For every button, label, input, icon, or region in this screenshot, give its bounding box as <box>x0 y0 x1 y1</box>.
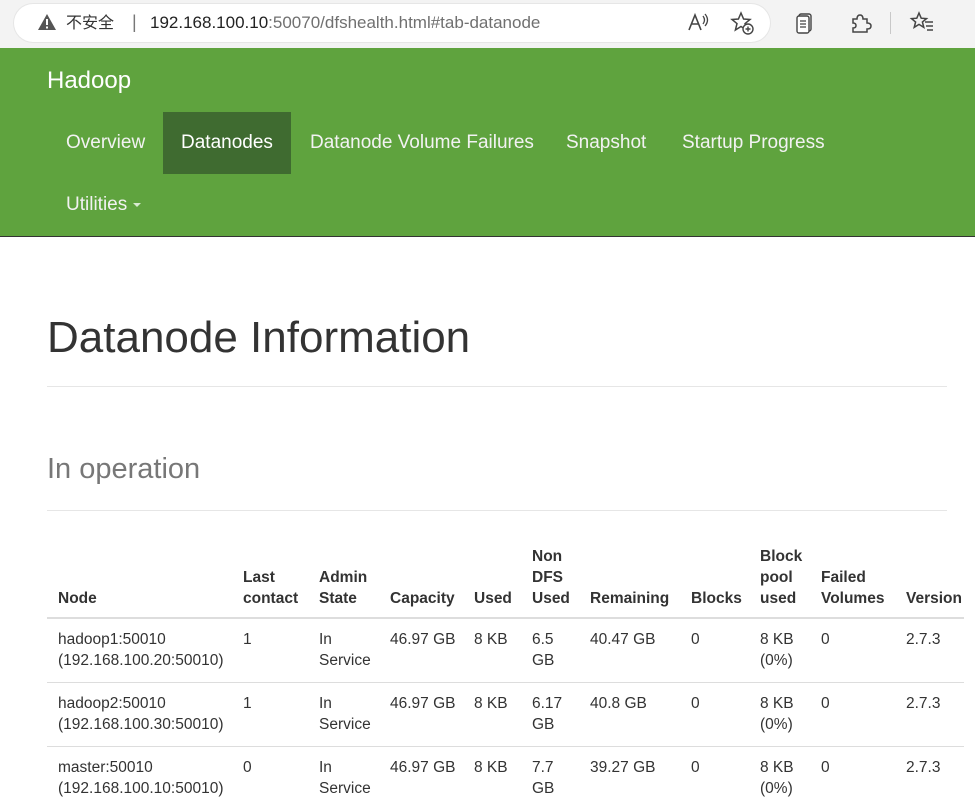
table-row: hadoop2:50010 (192.168.100.30:50010) 1 I… <box>47 681 964 746</box>
cell-used: 8 KB <box>463 745 521 810</box>
cell-version: 2.7.3 <box>895 745 964 810</box>
url-text[interactable]: 192.168.100.10:50070/dfshealth.html#tab-… <box>150 13 540 33</box>
cell-used: 8 KB <box>463 681 521 746</box>
col-non-dfs-used: Non DFS Used <box>521 544 579 619</box>
page-title: Datanode Information <box>47 313 471 362</box>
cell-node: hadoop2:50010 (192.168.100.30:50010) <box>47 681 232 746</box>
url-path: :50070/dfshealth.html#tab-datanode <box>268 13 541 32</box>
cell-block-pool-used: 8 KB (0%) <box>749 617 810 682</box>
nav-label: Utilities <box>66 194 128 215</box>
cell-node: hadoop1:50010 (192.168.100.20:50010) <box>47 617 232 682</box>
col-failed-volumes: Failed Volumes <box>810 544 895 619</box>
table-row: hadoop1:50010 (192.168.100.20:50010) 1 I… <box>47 617 964 682</box>
browser-toolbar: 不安全 | 192.168.100.10:50070/dfshealth.htm… <box>0 0 975 48</box>
navbar: Hadoop Overview Datanodes Datanode Volum… <box>0 48 975 237</box>
cell-last-contact: 1 <box>232 681 308 746</box>
divider <box>47 386 947 387</box>
nav-startup-progress[interactable]: Startup Progress <box>663 112 844 174</box>
nav-datanode-volume-failures[interactable]: Datanode Volume Failures <box>291 112 553 174</box>
col-last-contact: Last contact <box>232 544 308 619</box>
address-separator: | <box>132 12 137 32</box>
url-host: 192.168.100.10 <box>150 13 269 32</box>
nav-snapshot[interactable]: Snapshot <box>547 112 665 174</box>
extensions-icon[interactable] <box>848 10 874 36</box>
cell-capacity: 46.97 GB <box>379 617 463 682</box>
col-capacity: Capacity <box>379 544 463 619</box>
cell-last-contact: 1 <box>232 617 308 682</box>
cell-non-dfs-used: 6.5 GB <box>521 617 579 682</box>
cell-node: master:50010 (192.168.100.10:50010) <box>47 745 232 810</box>
divider <box>47 510 947 511</box>
add-favorite-icon[interactable] <box>729 10 755 36</box>
nav-label: Overview <box>66 132 146 153</box>
cell-version: 2.7.3 <box>895 681 964 746</box>
cell-blocks: 0 <box>680 617 749 682</box>
cell-admin-state: In Service <box>308 681 379 746</box>
col-remaining: Remaining <box>579 544 680 619</box>
col-admin-state: Admin State <box>308 544 379 619</box>
cell-admin-state: In Service <box>308 745 379 810</box>
toolbar-separator <box>890 12 891 34</box>
cell-block-pool-used: 8 KB (0%) <box>749 745 810 810</box>
cell-last-contact: 0 <box>232 745 308 810</box>
cell-remaining: 39.27 GB <box>579 745 680 810</box>
warning-icon[interactable] <box>37 13 57 31</box>
section-title: In operation <box>47 453 201 485</box>
caret-down-icon <box>133 202 142 207</box>
cell-used: 8 KB <box>463 617 521 682</box>
cell-remaining: 40.8 GB <box>579 681 680 746</box>
col-used: Used <box>463 544 521 619</box>
nav-label: Datanodes <box>181 132 273 153</box>
insecure-label[interactable]: 不安全 <box>66 13 114 33</box>
col-blocks: Blocks <box>680 544 749 619</box>
cell-non-dfs-used: 7.7 GB <box>521 745 579 810</box>
read-aloud-icon[interactable] <box>685 10 711 36</box>
nav-label: Snapshot <box>566 132 647 153</box>
cell-blocks: 0 <box>680 745 749 810</box>
cell-failed-volumes: 0 <box>810 617 895 682</box>
brand-logo[interactable]: Hadoop <box>47 67 131 95</box>
cell-remaining: 40.47 GB <box>579 617 680 682</box>
table-row: master:50010 (192.168.100.10:50010) 0 In… <box>47 745 964 810</box>
cell-version: 2.7.3 <box>895 617 964 682</box>
cell-capacity: 46.97 GB <box>379 745 463 810</box>
col-version: Version <box>895 544 964 619</box>
nav-label: Datanode Volume Failures <box>310 132 534 153</box>
cell-failed-volumes: 0 <box>810 745 895 810</box>
favorites-icon[interactable] <box>909 10 935 36</box>
cell-admin-state: In Service <box>308 617 379 682</box>
col-node: Node <box>47 544 232 619</box>
cell-non-dfs-used: 6.17 GB <box>521 681 579 746</box>
nav-label: Startup Progress <box>682 132 825 153</box>
datanode-table: Node Last contact Admin State Capacity U… <box>47 544 964 810</box>
cell-capacity: 46.97 GB <box>379 681 463 746</box>
nav-overview[interactable]: Overview <box>47 112 164 174</box>
table-header-row: Node Last contact Admin State Capacity U… <box>47 544 964 619</box>
nav-datanodes[interactable]: Datanodes <box>163 112 291 174</box>
cell-block-pool-used: 8 KB (0%) <box>749 681 810 746</box>
cell-failed-volumes: 0 <box>810 681 895 746</box>
col-block-pool-used: Block pool used <box>749 544 810 619</box>
nav-utilities-dropdown[interactable]: Utilities <box>47 174 160 236</box>
collections-icon[interactable] <box>792 10 818 36</box>
cell-blocks: 0 <box>680 681 749 746</box>
